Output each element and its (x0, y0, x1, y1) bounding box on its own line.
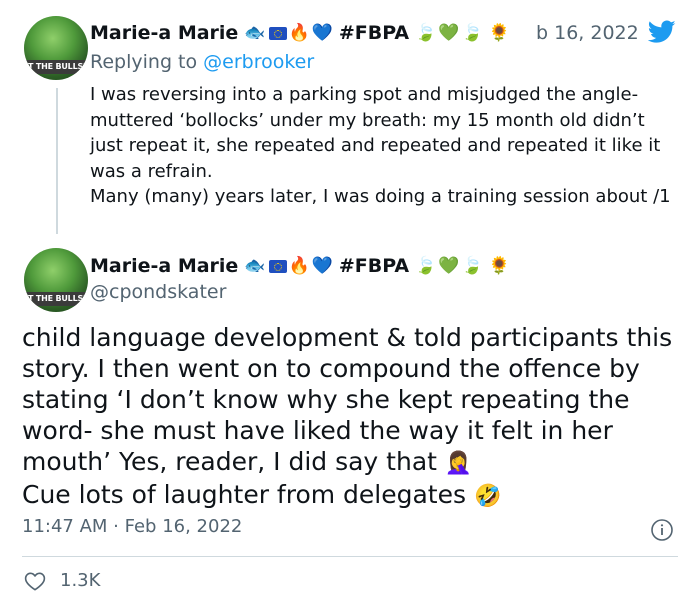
like-count: 1.3K (60, 570, 101, 591)
tweet-timestamp[interactable]: 11:47 AM · Feb 16, 2022 (22, 516, 242, 537)
leaf-icon: 🍃 (415, 256, 437, 276)
author-handle[interactable]: @cpondskater (90, 281, 226, 303)
leaf-icon: 🍃 (461, 256, 483, 276)
like-button[interactable]: 1.3K (24, 570, 100, 591)
tweet-body: child language development & told partic… (22, 322, 692, 512)
divider (22, 556, 678, 557)
sunflower-icon: 🌻 (488, 23, 510, 43)
tweet-text-paragraph: Many (many) years later, I was doing a t… (90, 186, 671, 207)
rolling-laughing-icon: 🤣 (473, 484, 502, 509)
avatar[interactable]: ST THE BULLSH (24, 248, 88, 312)
avatar-banner-text: ST THE BULLSH (24, 292, 88, 306)
author-row: Marie-a Marie 🐟 🔥 💙 #FBPA 🍃 💚 🍃 🌻 (90, 20, 510, 46)
author-name[interactable]: Marie-a Marie (90, 22, 238, 44)
heart-outline-icon (24, 571, 46, 590)
fire-icon: 🔥 (288, 23, 310, 43)
fire-icon: 🔥 (288, 256, 310, 276)
woman-facepalming-icon: 🤦‍♀️ (444, 451, 473, 476)
eu-flag-icon (268, 259, 287, 273)
fish-icon: 🐟 (244, 256, 266, 276)
tweet-body: I was reversing into a parking spot and … (90, 82, 680, 210)
replying-to: Replying to @erbrooker (90, 51, 314, 73)
tweet-text: child language development & told partic… (22, 323, 673, 476)
leaf-icon: 🍃 (415, 23, 437, 43)
green-heart-icon: 💚 (438, 256, 460, 276)
green-heart-icon: 💚 (438, 23, 460, 43)
tweet-text-paragraph: Cue lots of laughter from delegates 🤣 (22, 479, 692, 512)
replying-to-label: Replying to (90, 51, 204, 73)
tweet-text: Cue lots of laughter from delegates (22, 480, 467, 509)
avatar-banner-text: ST THE BULLSH (24, 60, 88, 74)
sunflower-icon: 🌻 (488, 256, 510, 276)
author-name[interactable]: Marie-a Marie (90, 255, 238, 277)
reply-handle-link[interactable]: @erbrooker (203, 51, 314, 73)
eu-flag-icon (268, 26, 287, 40)
tweet-text-paragraph: I was reversing into a parking spot and … (90, 84, 661, 182)
avatar[interactable]: ST THE BULLSH (24, 16, 88, 80)
fish-icon: 🐟 (244, 23, 266, 43)
blue-heart-icon: 💙 (311, 256, 333, 276)
blue-heart-icon: 💙 (311, 23, 333, 43)
hashtag[interactable]: #FBPA (339, 22, 409, 44)
tweet-date[interactable]: b 16, 2022 (536, 22, 639, 44)
tweet-text-paragraph: child language development & told partic… (22, 322, 692, 479)
info-icon[interactable] (650, 518, 674, 542)
twitter-bird-icon (648, 20, 676, 43)
thread-connector-line (56, 88, 58, 234)
author-row: Marie-a Marie 🐟 🔥 💙 #FBPA 🍃 💚 🍃 🌻 (90, 253, 510, 279)
hashtag[interactable]: #FBPA (339, 255, 409, 277)
leaf-icon: 🍃 (461, 23, 483, 43)
